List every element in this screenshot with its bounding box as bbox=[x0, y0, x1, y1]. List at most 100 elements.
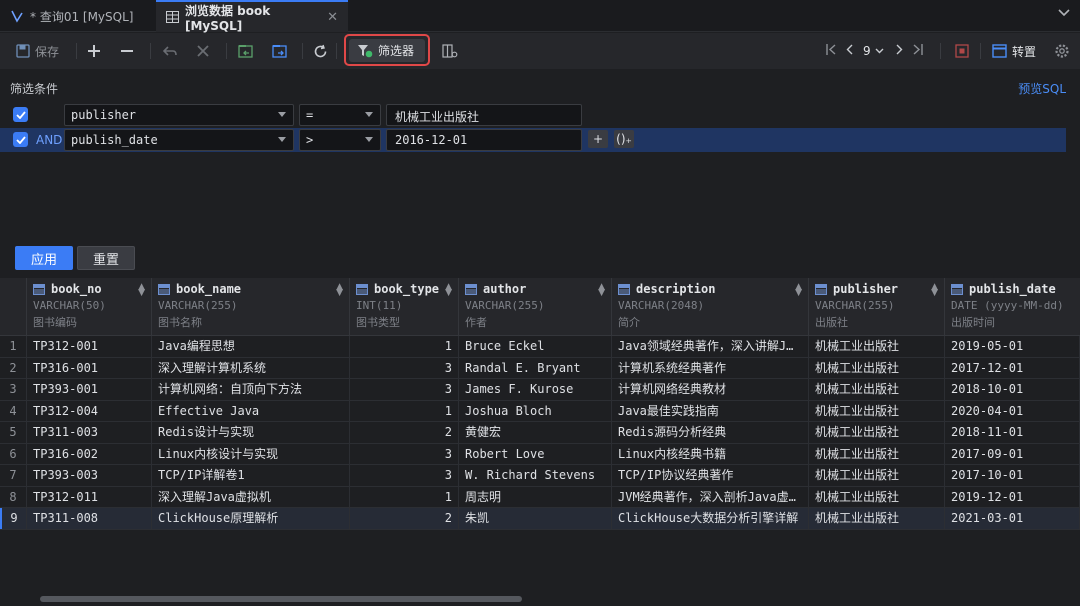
sort-icon[interactable]: ▲ ▼ bbox=[445, 283, 452, 298]
next-page-icon[interactable] bbox=[896, 44, 903, 58]
cell-author[interactable]: Joshua Bloch bbox=[459, 400, 612, 422]
table-row[interactable]: 9 TP311-008 ClickHouse原理解析 2 朱凯 ClickHouse大数据… bbox=[0, 508, 1080, 530]
apply-button[interactable]: 应用 bbox=[15, 246, 73, 270]
sort-icon[interactable]: ▲ ▼ bbox=[138, 283, 145, 298]
field-select[interactable]: publisher bbox=[64, 104, 294, 126]
cell-book-name[interactable]: Redis设计与实现 bbox=[152, 422, 350, 443]
cell-description[interactable]: 计算机网络经典教材 bbox=[612, 379, 809, 400]
cell-book-no[interactable]: TP311-008 bbox=[27, 508, 152, 529]
cell-description[interactable]: TCP/IP协议经典著作 bbox=[612, 465, 809, 486]
row-number[interactable]: 6 bbox=[0, 443, 27, 465]
row-number[interactable]: 9 bbox=[0, 508, 27, 529]
cell-book-type[interactable]: 3 bbox=[350, 465, 459, 486]
cell-publish-date[interactable]: 2018-11-01 bbox=[945, 422, 1080, 443]
cell-publisher[interactable]: 机械工业出版社 bbox=[809, 508, 945, 529]
cell-book-type[interactable]: 1 bbox=[350, 336, 459, 357]
sort-icon[interactable]: ▲ ▼ bbox=[795, 283, 802, 298]
cell-description[interactable]: Linux内核经典书籍 bbox=[612, 443, 809, 465]
close-icon[interactable]: ✕ bbox=[327, 10, 338, 25]
settings-button[interactable] bbox=[1054, 40, 1070, 62]
table-row[interactable]: 4 TP312-004 Effective Java 1 Joshua Bloch Jav… bbox=[0, 400, 1080, 422]
tab-query01[interactable]: * 查询01 [MySQL] bbox=[0, 0, 155, 32]
cell-description[interactable]: ClickHouse大数据分析引擎详解 bbox=[612, 508, 809, 529]
cell-description[interactable]: Redis源码分析经典 bbox=[612, 422, 809, 443]
cell-publisher[interactable]: 机械工业出版社 bbox=[809, 357, 945, 379]
cell-publisher[interactable]: 机械工业出版社 bbox=[809, 443, 945, 465]
add-row-button[interactable] bbox=[87, 40, 101, 62]
cell-publisher[interactable]: 机械工业出版社 bbox=[809, 336, 945, 357]
add-group-button[interactable]: ()₊ bbox=[614, 130, 634, 148]
table-row[interactable]: 3 TP393-001 计算机网络：自顶向下方法 3 James F. Kurose 计算… bbox=[0, 379, 1080, 401]
add-condition-button[interactable]: + bbox=[588, 130, 608, 148]
column-header-book-no[interactable]: book_no VARCHAR(50) 图书编码 ▲ ▼ bbox=[27, 278, 152, 336]
cell-author[interactable]: W. Richard Stevens bbox=[459, 465, 612, 486]
cell-book-name[interactable]: 计算机网络：自顶向下方法 bbox=[152, 379, 350, 400]
cell-publisher[interactable]: 机械工业出版社 bbox=[809, 379, 945, 400]
cell-author[interactable]: Robert Love bbox=[459, 443, 612, 465]
cell-publish-date[interactable]: 2019-05-01 bbox=[945, 336, 1080, 357]
operator-select[interactable]: = bbox=[299, 104, 381, 126]
reset-button[interactable]: 重置 bbox=[77, 246, 135, 270]
prev-page-icon[interactable] bbox=[846, 44, 853, 58]
cell-book-no[interactable]: TP312-001 bbox=[27, 336, 152, 357]
column-header-publisher[interactable]: publisher VARCHAR(255) 出版社 ▲ ▼ bbox=[809, 278, 945, 336]
cell-book-type[interactable]: 3 bbox=[350, 443, 459, 465]
cell-description[interactable]: Java最佳实践指南 bbox=[612, 400, 809, 422]
delete-row-button[interactable] bbox=[120, 40, 134, 62]
cell-publish-date[interactable]: 2017-12-01 bbox=[945, 357, 1080, 379]
row-number[interactable]: 5 bbox=[0, 422, 27, 443]
table-row[interactable]: 1 TP312-001 Java编程思想 1 Bruce Eckel Java领域经典著作… bbox=[0, 336, 1080, 358]
cell-publish-date[interactable]: 2019-12-01 bbox=[945, 486, 1080, 508]
table-row[interactable]: 2 TP316-001 深入理解计算机系统 3 Randal E. Bryant 计算机系… bbox=[0, 357, 1080, 379]
cell-book-type[interactable]: 3 bbox=[350, 357, 459, 379]
chevron-down-icon[interactable] bbox=[1058, 6, 1070, 21]
sort-icon[interactable]: ▲ ▼ bbox=[336, 283, 343, 298]
cell-author[interactable]: James F. Kurose bbox=[459, 379, 612, 400]
cell-book-name[interactable]: 深入理解计算机系统 bbox=[152, 357, 350, 379]
table-row[interactable]: 8 TP312-011 深入理解Java虚拟机 1 周志明 JVM经典著作，深入剖析Jav… bbox=[0, 486, 1080, 508]
cell-book-type[interactable]: 3 bbox=[350, 379, 459, 400]
sort-icon[interactable]: ▲ ▼ bbox=[598, 283, 605, 298]
cell-author[interactable]: Bruce Eckel bbox=[459, 336, 612, 357]
export-button[interactable] bbox=[272, 40, 288, 62]
row-number[interactable]: 4 bbox=[0, 400, 27, 422]
cell-book-type[interactable]: 1 bbox=[350, 400, 459, 422]
horizontal-scrollbar[interactable] bbox=[40, 596, 522, 602]
row-number[interactable]: 8 bbox=[0, 486, 27, 508]
column-header-author[interactable]: author VARCHAR(255) 作者 ▲ ▼ bbox=[459, 278, 612, 336]
cell-description[interactable]: Java领域经典著作，深入讲解J… bbox=[612, 336, 809, 357]
cell-book-no[interactable]: TP316-001 bbox=[27, 357, 152, 379]
row-number[interactable]: 2 bbox=[0, 357, 27, 379]
cell-publish-date[interactable]: 2020-04-01 bbox=[945, 400, 1080, 422]
cell-author[interactable]: 黄健宏 bbox=[459, 422, 612, 443]
preview-sql-link[interactable]: 预览SQL bbox=[1018, 80, 1066, 97]
cell-book-no[interactable]: TP312-004 bbox=[27, 400, 152, 422]
row-number[interactable]: 1 bbox=[0, 336, 27, 357]
cell-book-no[interactable]: TP393-001 bbox=[27, 379, 152, 400]
column-header-publish-date[interactable]: publish_date DATE (yyyy-MM-dd) 出版时间 bbox=[945, 278, 1080, 336]
cell-book-name[interactable]: 深入理解Java虚拟机 bbox=[152, 486, 350, 508]
row-number-header[interactable] bbox=[0, 278, 27, 336]
first-page-icon[interactable] bbox=[826, 44, 836, 58]
save-button[interactable]: 保存 bbox=[16, 40, 59, 62]
cell-book-name[interactable]: Effective Java bbox=[152, 400, 350, 422]
cell-book-name[interactable]: Linux内核设计与实现 bbox=[152, 443, 350, 465]
cell-author[interactable]: 周志明 bbox=[459, 486, 612, 508]
cell-publisher[interactable]: 机械工业出版社 bbox=[809, 486, 945, 508]
cell-publish-date[interactable]: 2017-10-01 bbox=[945, 465, 1080, 486]
tab-browse-book[interactable]: 浏览数据 book [MySQL] ✕ bbox=[156, 0, 348, 33]
transpose-button[interactable]: 转置 bbox=[992, 40, 1036, 62]
column-header-description[interactable]: description VARCHAR(2048) 简介 ▲ ▼ bbox=[612, 278, 809, 336]
last-page-icon[interactable] bbox=[913, 44, 923, 58]
cell-book-no[interactable]: TP311-003 bbox=[27, 422, 152, 443]
cell-publish-date[interactable]: 2021-03-01 bbox=[945, 508, 1080, 529]
table-row[interactable]: 7 TP393-003 TCP/IP详解卷1 3 W. Richard Stevens T… bbox=[0, 465, 1080, 487]
cell-publisher[interactable]: 机械工业出版社 bbox=[809, 465, 945, 486]
cell-book-name[interactable]: TCP/IP详解卷1 bbox=[152, 465, 350, 486]
operator-select[interactable]: > bbox=[299, 129, 381, 151]
column-header-book-name[interactable]: book_name VARCHAR(255) 图书名称 ▲ ▼ bbox=[152, 278, 350, 336]
value-input[interactable]: 机械工业出版社 bbox=[386, 104, 582, 126]
cell-book-name[interactable]: Java编程思想 bbox=[152, 336, 350, 357]
cell-book-type[interactable]: 2 bbox=[350, 422, 459, 443]
field-select[interactable]: publish_date bbox=[64, 129, 294, 151]
